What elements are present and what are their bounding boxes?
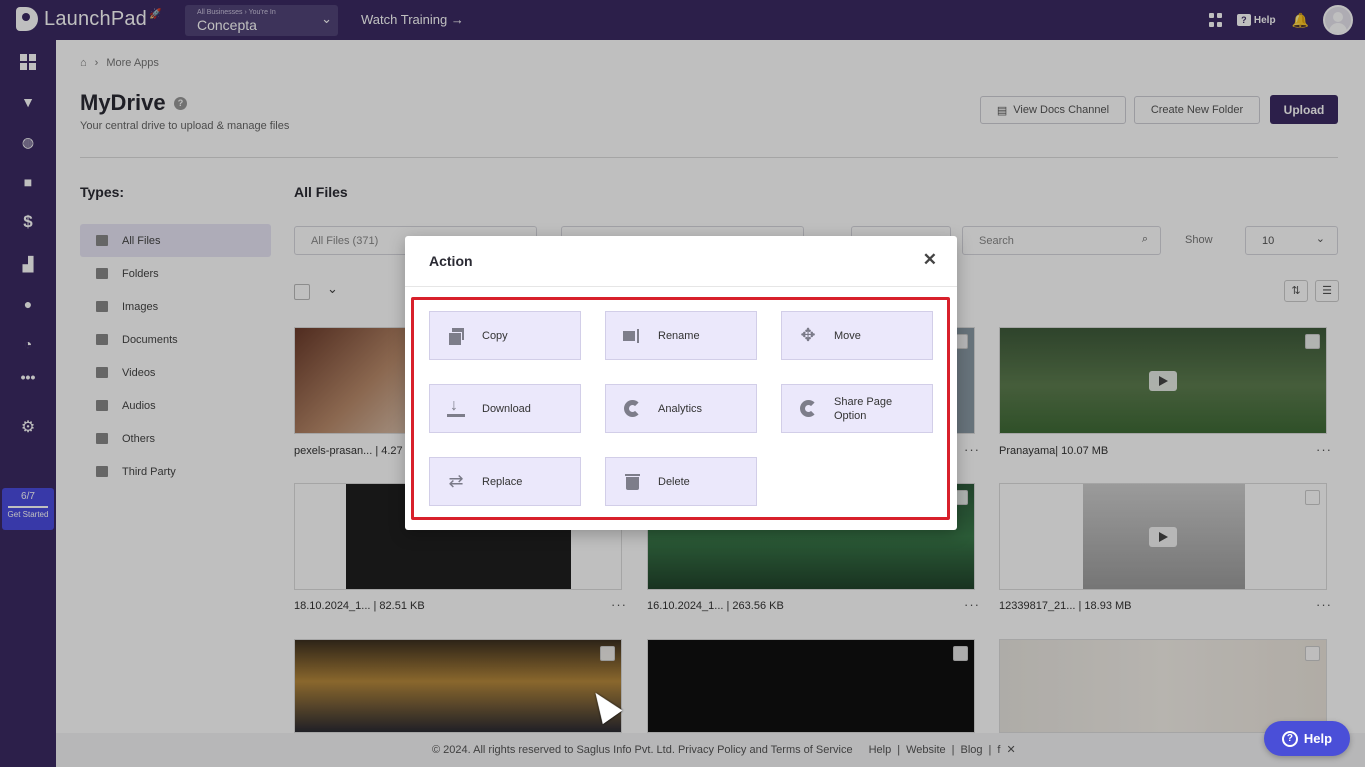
action-label: Move [834, 329, 861, 342]
action-label: Replace [482, 475, 523, 488]
download-icon [447, 397, 465, 418]
replace-icon: ⇄ [448, 471, 464, 491]
delete-icon [624, 473, 640, 490]
help-circle-icon: ? [1281, 730, 1298, 747]
rename-icon [623, 328, 641, 343]
modal-title: Action [429, 253, 473, 269]
analytics-icon [623, 400, 641, 417]
copy-action-button[interactable]: Copy [429, 311, 581, 360]
analytics-action-button[interactable]: Analytics [605, 384, 757, 433]
move-icon: ✥ [800, 325, 816, 345]
help-floating-button[interactable]: ? Help [1264, 721, 1350, 756]
action-label: Download [482, 402, 531, 415]
move-action-button[interactable]: ✥ Move [781, 311, 933, 360]
delete-action-button[interactable]: Delete [605, 457, 757, 506]
modal-header: Action ✕ [405, 236, 957, 287]
download-action-button[interactable]: Download [429, 384, 581, 433]
action-label: Analytics [658, 402, 703, 415]
share-icon [799, 400, 817, 417]
action-label: Share Page Option [834, 395, 893, 422]
action-label: Delete [658, 475, 690, 488]
replace-action-button[interactable]: ⇄ Replace [429, 457, 581, 506]
rename-action-button[interactable]: Rename [605, 311, 757, 360]
close-icon[interactable]: ✕ [923, 250, 937, 270]
share-page-option-button[interactable]: Share Page Option [781, 384, 933, 433]
action-label: Copy [482, 329, 508, 342]
action-label: Rename [658, 329, 700, 342]
help-floating-label: Help [1303, 731, 1333, 746]
action-modal: Action ✕ Copy Rename ✥ Move Download Ana… [405, 236, 957, 530]
copy-icon [448, 327, 464, 346]
